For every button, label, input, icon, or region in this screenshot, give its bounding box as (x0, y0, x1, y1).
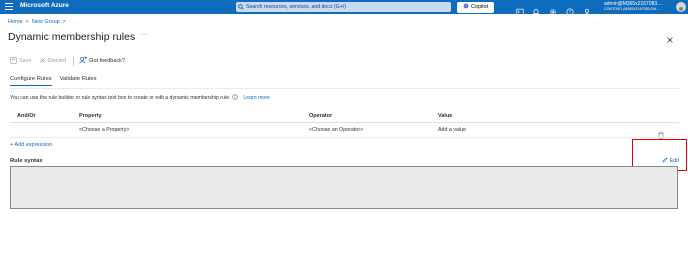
breadcrumb-separator: > (62, 19, 66, 25)
discard-icon (39, 57, 46, 66)
avatar[interactable] (676, 2, 686, 12)
cloud-shell-icon[interactable] (516, 3, 524, 16)
column-header-and-or: And/Or (17, 113, 36, 119)
save-button[interactable]: Save (10, 56, 32, 66)
column-header-operator: Operator (309, 113, 333, 119)
top-bar: Microsoft Azure Search resources, servic… (0, 0, 688, 16)
tab-validate-rules[interactable]: Validate Rules (60, 76, 97, 86)
tab-divider (10, 87, 679, 89)
column-header-value: Value (438, 113, 453, 119)
column-header-property: Property (79, 113, 102, 119)
delete-icon[interactable] (657, 126, 665, 139)
menu-icon[interactable] (5, 3, 13, 11)
more-options-button[interactable]: ··· (141, 31, 150, 38)
search-icon (236, 2, 246, 12)
feedback-label: Got feedback? (89, 58, 125, 64)
discard-label: Discard (47, 58, 67, 64)
learn-more-link[interactable]: Learn more (243, 95, 270, 101)
operator-select[interactable]: <Choose an Operator> (309, 127, 363, 133)
notifications-icon[interactable] (532, 3, 540, 16)
person-feedback-icon (79, 56, 87, 66)
command-bar: Save Discard Got feedback? (10, 56, 132, 66)
rule-syntax-textbox[interactable] (10, 166, 678, 209)
description: You can use the rule builder or rule syn… (10, 94, 270, 102)
account-tenant: CONTOSO (M365X2167083.ON... (604, 7, 660, 11)
value-input[interactable]: Add a value (438, 127, 466, 133)
copilot-icon (463, 3, 469, 11)
search-placeholder: Search resources, services, and docs (G+… (246, 4, 346, 10)
global-search-input[interactable]: Search resources, services, and docs (G+… (236, 2, 451, 12)
breadcrumb-separator: > (25, 19, 29, 25)
add-expression-button[interactable]: + Add expression (10, 142, 52, 148)
save-label: Save (19, 58, 32, 64)
copilot-label: Copilot (470, 4, 489, 10)
feedback-icon[interactable] (583, 3, 591, 16)
discard-button[interactable]: Discard (39, 57, 67, 66)
close-icon[interactable] (666, 31, 674, 43)
copilot-button[interactable]: Copilot (457, 1, 494, 13)
help-icon[interactable]: ? (566, 3, 574, 16)
breadcrumb-new-group[interactable]: New Group (32, 19, 60, 25)
feedback-button[interactable]: Got feedback? (79, 56, 125, 66)
brand-name[interactable]: Microsoft Azure (20, 2, 69, 9)
table-row-divider (10, 136, 679, 138)
table-header-divider (10, 121, 679, 123)
settings-icon[interactable] (549, 3, 557, 15)
info-icon[interactable] (232, 94, 239, 102)
breadcrumb-home[interactable]: Home (8, 19, 23, 25)
tab-list: Configure Rules Validate Rules (10, 76, 105, 86)
save-icon (10, 56, 17, 66)
toolbar-divider (73, 56, 75, 66)
account-menu[interactable]: admin@M365x2167083.... CONTOSO (M365X216… (604, 1, 666, 14)
description-text: You can use the rule builder or rule syn… (10, 95, 231, 101)
tab-configure-rules[interactable]: Configure Rules (10, 76, 52, 86)
property-select[interactable]: <Choose a Property> (79, 127, 129, 133)
breadcrumb: Home > New Group > (8, 19, 69, 25)
page-title: Dynamic membership rules (8, 31, 136, 43)
rule-syntax-label: Rule syntax (10, 158, 43, 164)
